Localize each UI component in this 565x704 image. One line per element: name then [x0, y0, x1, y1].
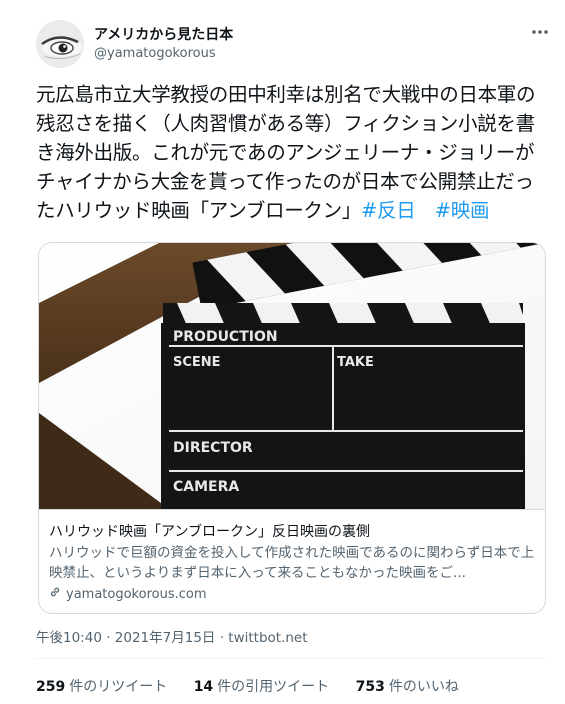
tweet-text: 元広島市立大学教授の田中利幸は別名で大戦中の日本軍の残忍さを描く（人肉習慣がある… [36, 80, 546, 225]
clapper-take-text: TAKE [337, 355, 374, 370]
card-title[interactable]: ハリウッド映画「アンブロークン」反日映画の裏側 [49, 521, 535, 541]
quotes-count: 14 [193, 679, 214, 695]
tweet: アメリカから見た日本 @yamatogokorous 元広島市立大学教授の田中利… [0, 0, 565, 704]
clapper-director-text: DIRECTOR [173, 440, 253, 456]
quotes-stat[interactable]: 14 件の引用ツイート [194, 679, 329, 695]
retweets-label: 件のリツイート [69, 679, 168, 695]
link-icon [49, 586, 62, 602]
clapperboard-image: PRODUCTION SCENE TAKE DIRECTOR CAMERA [39, 243, 545, 509]
avatar-image [36, 20, 84, 68]
user-name[interactable]: アメリカから見た日本 [94, 24, 233, 44]
quotes-label: 件の引用ツイート [217, 679, 330, 695]
retweets-stat[interactable]: 259 件のリツイート [36, 679, 167, 695]
clapper-scene-text: SCENE [173, 355, 221, 370]
card-image[interactable]: PRODUCTION SCENE TAKE DIRECTOR CAMERA [39, 243, 545, 510]
likes-label: 件のいいね [388, 679, 459, 695]
more-horizontal-icon[interactable] [525, 22, 555, 44]
clapper-production-text: PRODUCTION [173, 329, 278, 345]
divider [36, 658, 546, 659]
card-domain-text: yamatogokorous.com [66, 587, 207, 602]
retweets-count: 259 [36, 679, 66, 695]
hashtag-link[interactable]: #反日 [361, 199, 416, 222]
avatar[interactable] [36, 20, 84, 68]
link-card[interactable]: PRODUCTION SCENE TAKE DIRECTOR CAMERA ハリ… [38, 242, 546, 614]
tweet-stats: 259 件のリツイート 14 件の引用ツイート 753 件のいいね [36, 676, 481, 696]
clapper-camera-text: CAMERA [173, 479, 239, 495]
likes-count: 753 [355, 679, 385, 695]
likes-stat[interactable]: 753 件のいいね [356, 679, 459, 695]
hashtag-link[interactable]: #映画 [435, 199, 490, 222]
card-description: ハリウッドで巨額の資金を投入して作成された映画であるのに関わらず日本で上映禁止、… [49, 545, 535, 581]
card-domain[interactable]: yamatogokorous.com [49, 586, 207, 602]
tweet-timestamp[interactable]: 午後10:40 · 2021年7月15日 · twittbot.net [36, 626, 308, 646]
user-handle[interactable]: @yamatogokorous [94, 46, 216, 61]
